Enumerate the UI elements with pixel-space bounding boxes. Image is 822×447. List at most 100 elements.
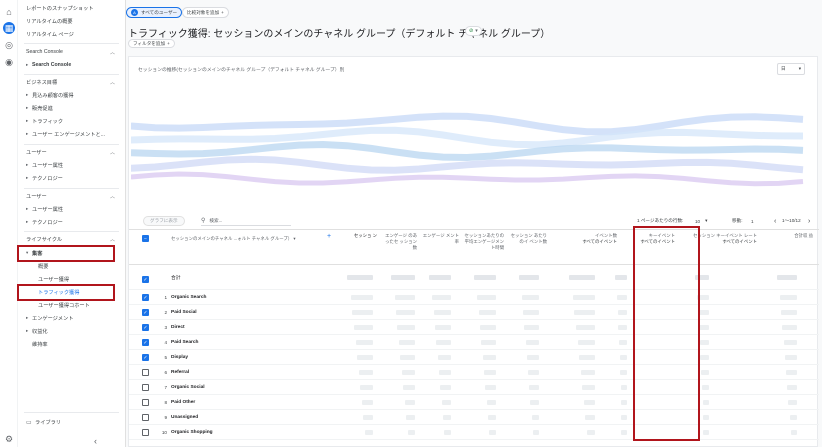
- nav-realtime-overview[interactable]: リアルタイムの概要: [26, 16, 119, 26]
- column-header[interactable]: セッションあたりの平均エンゲージメント時間: [464, 233, 504, 251]
- status-chip[interactable]: ⊘ ▾: [465, 26, 482, 36]
- nav-item-label: 維持率: [32, 341, 48, 348]
- column-header[interactable]: キーイベント すべてのイベント: [603, 233, 675, 245]
- nav-business-item[interactable]: ▸ 販売促進: [26, 103, 119, 113]
- table-row[interactable]: ✓ 2 Paid Social: [129, 305, 819, 320]
- table-row[interactable]: 8 Paid Other: [129, 395, 819, 410]
- column-header-label: セッションあたりの平均エンゲージメント時間: [464, 233, 504, 250]
- rows-per-page-select[interactable]: 10 ▾: [695, 216, 707, 226]
- rows-per-page: 1 ページあたりの行数:: [637, 216, 683, 226]
- row-checkbox[interactable]: [142, 384, 149, 393]
- add-filter-chip[interactable]: フィルタを追加 +: [128, 39, 175, 48]
- add-dimension-button[interactable]: +: [327, 233, 331, 240]
- column-header[interactable]: 合計収 益: [773, 233, 813, 239]
- column-header-subfilter[interactable]: すべてのイベント: [677, 239, 757, 245]
- table-row[interactable]: ✓ 3 Direct: [129, 320, 819, 335]
- section-search-console[interactable]: Search Console ︿: [26, 47, 115, 57]
- nav-acquisition[interactable]: ▾ 集客: [26, 248, 119, 258]
- nav-acquisition-overview[interactable]: 概要: [38, 261, 119, 271]
- metric-cell: [362, 400, 373, 405]
- check-icon: [142, 414, 149, 421]
- column-header[interactable]: セッション キーイベント レート すべてのイベント: [677, 233, 757, 245]
- plot-rows-button[interactable]: グラフに表示: [143, 216, 185, 226]
- all-users-chip[interactable]: A すべてのユーザー: [126, 7, 183, 18]
- nav-user-item[interactable]: ▸ テクノロジー: [26, 173, 119, 183]
- chevron-left-icon: ‹: [774, 217, 777, 225]
- total-cell: [347, 275, 373, 280]
- granularity-select[interactable]: 日 ▾: [777, 63, 805, 75]
- nav-snapshot[interactable]: レポートのスナップショット: [26, 3, 119, 13]
- row-checkbox[interactable]: ✓: [142, 294, 149, 301]
- table-toolbar: グラフに表示 ⚲ 検索... 1 ページあたりの行数: 10 ▾ 移動: 1 ‹ 1…: [129, 215, 819, 227]
- nav-user2-item[interactable]: ▸ テクノロジー: [26, 217, 119, 227]
- metric-cell: [621, 415, 627, 420]
- nav-monetization[interactable]: ▸ 収益化: [26, 326, 119, 336]
- row-checkbox[interactable]: [142, 369, 149, 378]
- column-header[interactable]: エンゲージ メント率: [421, 233, 459, 245]
- section-user-2[interactable]: ユーザー ︿: [26, 191, 115, 201]
- metric-cell: [621, 430, 627, 435]
- row-checkbox[interactable]: [142, 399, 149, 408]
- goto-input[interactable]: 1: [751, 216, 754, 226]
- nav-library[interactable]: ▭ ライブラリ: [26, 417, 119, 427]
- column-header-subfilter[interactable]: すべてのイベント: [603, 239, 675, 245]
- add-comparison-chip[interactable]: 比較対象を追加 +: [182, 7, 229, 18]
- row-checkbox[interactable]: [142, 414, 149, 423]
- nav-user2-item[interactable]: ▸ ユーザー属性: [26, 204, 119, 214]
- table-row[interactable]: ✓ 4 Paid Search: [129, 335, 819, 350]
- page-title: トラフィック獲得: セッションのメインのチャネル グループ（デフォルト チャネル…: [128, 29, 551, 40]
- gear-icon[interactable]: ⚙: [3, 433, 15, 445]
- total-checkbox[interactable]: ✓: [142, 276, 149, 283]
- column-header[interactable]: セッション あたりのイ ベント数: [507, 233, 547, 245]
- check-circle-icon: ⊘: [469, 28, 474, 34]
- row-label: Referral: [171, 369, 190, 375]
- metric-cell: [587, 430, 595, 435]
- table-row[interactable]: 6 Referral: [129, 365, 819, 380]
- nav-search-console-label: Search Console: [32, 62, 72, 68]
- prev-page-button[interactable]: ‹: [774, 216, 776, 226]
- row-checkbox[interactable]: ✓: [142, 324, 149, 331]
- collapse-nav-button[interactable]: ‹: [94, 436, 119, 446]
- search-input[interactable]: ⚲ 検索...: [201, 216, 291, 226]
- row-checkbox[interactable]: [142, 429, 149, 438]
- row-checkbox[interactable]: ✓: [142, 309, 149, 316]
- table-row[interactable]: 9 Unassigned: [129, 410, 819, 425]
- home-icon[interactable]: ⌂: [3, 6, 15, 18]
- reports-icon[interactable]: ▦: [3, 22, 15, 34]
- nav-user-acquisition-cohort[interactable]: ユーザー獲得コホート: [38, 300, 119, 310]
- nav-search-console[interactable]: ▸ Search Console: [26, 60, 119, 70]
- chevron-down-icon: ▾: [705, 218, 708, 223]
- column-header[interactable]: セッショ ン: [343, 233, 377, 239]
- section-business[interactable]: ビジネス目標 ︿: [26, 77, 115, 87]
- nav-traffic-acquisition[interactable]: トラフィック獲得: [38, 287, 119, 297]
- nav-realtime-pages[interactable]: リアルタイム ページ: [26, 29, 119, 39]
- section-user[interactable]: ユーザー ︿: [26, 147, 115, 157]
- explore-icon[interactable]: ◎: [3, 39, 15, 51]
- advertising-icon[interactable]: ◉: [3, 56, 15, 68]
- dimension-header[interactable]: セッションのメインのチャネル ...ォルト チャネル グループ） ▾: [171, 236, 321, 242]
- nav-business-item[interactable]: ▸ ユーザー エンゲージメントと...: [26, 129, 119, 139]
- table-row[interactable]: ✓ 5 Display: [129, 350, 819, 365]
- plus-icon: +: [167, 41, 170, 46]
- table-row[interactable]: 7 Organic Social: [129, 380, 819, 395]
- nav-retention[interactable]: 維持率: [32, 339, 119, 349]
- row-checkbox[interactable]: ✓: [142, 354, 149, 361]
- nav-user-item[interactable]: ▸ ユーザー属性: [26, 160, 119, 170]
- plot-rows-label: グラフに表示: [150, 218, 178, 223]
- table-row[interactable]: ✓ 1 Organic Search: [129, 290, 819, 305]
- metric-cell: [579, 355, 595, 360]
- nav-engagement[interactable]: ▸ エンゲージメント: [26, 313, 119, 323]
- nav-business-item[interactable]: ▸ 見込み顧客の獲得: [26, 90, 119, 100]
- next-page-button[interactable]: ›: [808, 216, 810, 226]
- nav-business-item[interactable]: ▸ トラフィック: [26, 116, 119, 126]
- column-header[interactable]: エンゲージ のあったセ ッション数: [381, 233, 417, 251]
- nav-user-acquisition[interactable]: ユーザー獲得: [38, 274, 119, 284]
- series-line: [131, 171, 804, 187]
- table-row[interactable]: 10 Organic Shopping: [129, 425, 819, 440]
- metric-cell: [697, 295, 709, 300]
- row-checkbox[interactable]: ✓: [142, 339, 149, 346]
- select-all-checkbox[interactable]: −: [142, 235, 149, 242]
- divider: [24, 144, 119, 145]
- metric-cell: [438, 355, 451, 360]
- section-lifecycle[interactable]: ライフサイクル ︿: [26, 234, 115, 244]
